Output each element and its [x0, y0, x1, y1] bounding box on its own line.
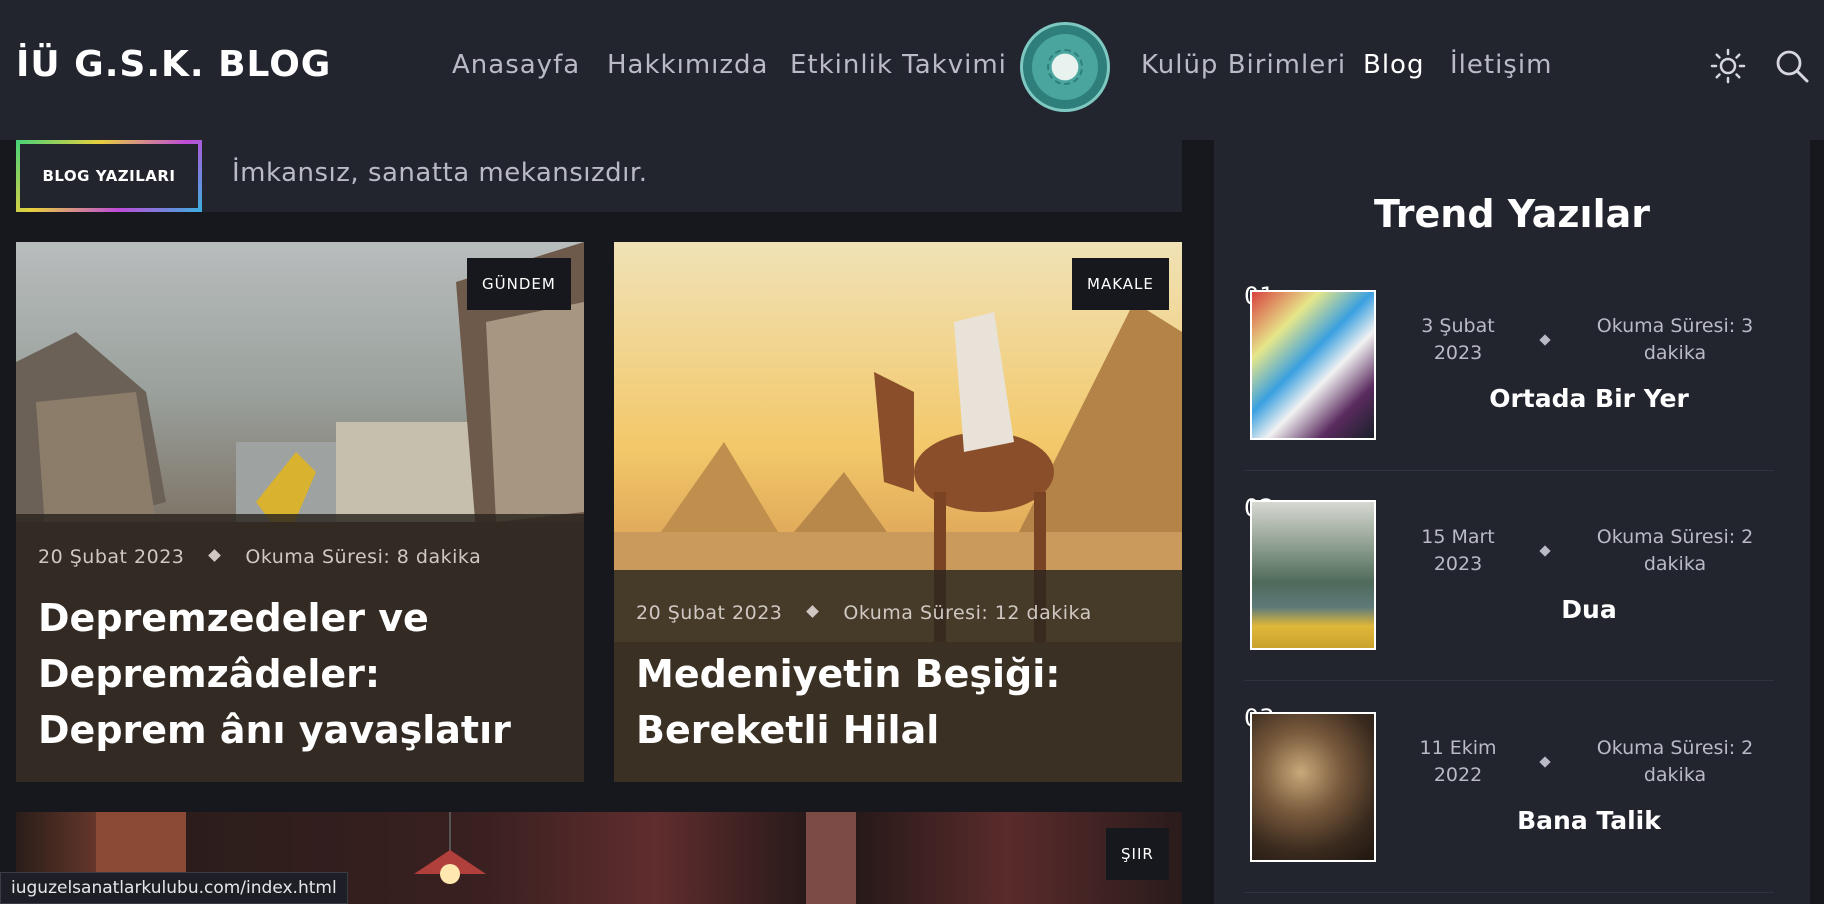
trend-thumbnail[interactable]	[1250, 500, 1376, 650]
post-card-medeniyetin-besigi[interactable]: MAKALE 20 Şubat 2023 Okuma Süresi: 12 dak…	[614, 242, 1182, 782]
trend-reading-time: Okuma Süresi: 3 dakika	[1596, 315, 1754, 364]
nav-hakkimizda[interactable]: Hakkımızda	[607, 50, 768, 80]
trend-thumbnail[interactable]	[1250, 712, 1376, 862]
post-meta: 20 Şubat 2023 Okuma Süresi: 8 dakika	[38, 546, 481, 568]
post-card-depremzedeler[interactable]: GÜNDEM 20 Şubat 2023 Okuma Süresi: 8 daki…	[16, 242, 584, 782]
post-date: 20 Şubat 2023	[636, 602, 783, 624]
trend-date: 15 Mart 2023	[1421, 526, 1495, 575]
post-reading-time: Okuma Süresi: 8 dakika	[245, 546, 482, 568]
post-date: 20 Şubat 2023	[38, 546, 185, 568]
search-icon[interactable]	[1774, 48, 1810, 84]
trend-date: 11 Ekim 2022	[1419, 737, 1497, 786]
trend-divider	[1244, 680, 1774, 681]
trend-reading-time: Okuma Süresi: 2 dakika	[1596, 526, 1754, 575]
trend-date: 3 Şubat 2023	[1421, 315, 1495, 364]
site-logo[interactable]: İÜ G.S.K. BLOG	[16, 44, 331, 85]
status-bar-url: iuguzelsanatlarkulubu.com/index.html	[0, 872, 348, 904]
trend-post-title[interactable]: Ortada Bir Yer	[1404, 384, 1774, 413]
post-category-siir[interactable]: ŞIIR	[1106, 828, 1169, 880]
blog-tagline: İmkansız, sanatta mekansızdır.	[232, 158, 648, 188]
trend-reading-time: Okuma Süresi: 2 dakika	[1596, 737, 1754, 786]
meta-separator-icon	[806, 605, 820, 618]
trend-title: Trend Yazılar	[1374, 192, 1650, 236]
nav-kulup-birimleri[interactable]: Kulüp Birimleri	[1141, 50, 1346, 80]
post-meta: 20 Şubat 2023 Okuma Süresi: 12 dakika	[636, 602, 1092, 624]
trend-post-title[interactable]: Dua	[1404, 595, 1774, 624]
nav-blog[interactable]: Blog	[1363, 50, 1424, 80]
emblem-center	[1047, 49, 1083, 85]
post-title[interactable]: Medeniyetin Beşiği: Bereketli Hilal	[636, 646, 1156, 758]
nav-iletisim[interactable]: İletişim	[1450, 50, 1552, 80]
trend-thumbnail[interactable]	[1250, 290, 1376, 440]
post-category-makale[interactable]: MAKALE	[1072, 258, 1169, 310]
nav-anasayfa[interactable]: Anasayfa	[452, 50, 580, 80]
trend-divider	[1244, 892, 1774, 893]
post-category-gundem[interactable]: GÜNDEM	[467, 258, 571, 310]
post-title[interactable]: Depremzedeler ve Depremzâdeler: Deprem â…	[38, 590, 558, 758]
trend-divider	[1244, 470, 1774, 471]
post-reading-time: Okuma Süresi: 12 dakika	[843, 602, 1092, 624]
nav-etkinlik-takvimi[interactable]: Etkinlik Takvimi	[790, 50, 1007, 80]
meta-separator-icon	[208, 549, 222, 562]
sun-icon[interactable]	[1710, 48, 1746, 84]
blog-posts-badge[interactable]: BLOG YAZILARI	[16, 140, 202, 212]
club-emblem-logo[interactable]	[1020, 22, 1110, 112]
trend-post-title[interactable]: Bana Talik	[1404, 806, 1774, 835]
